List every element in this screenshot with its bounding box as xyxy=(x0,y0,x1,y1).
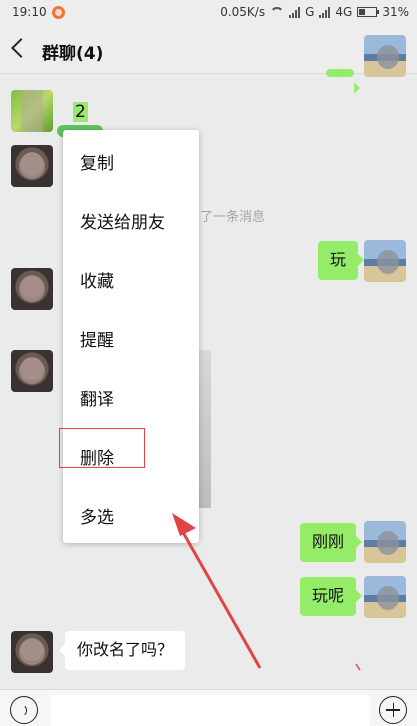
menu-item-favorite[interactable]: 收藏 xyxy=(80,267,114,292)
chat-header: 群聊(4) xyxy=(0,26,417,74)
network-speed: 0.05K/s xyxy=(220,5,266,19)
input-bar xyxy=(0,689,417,726)
message-text: 2 xyxy=(73,102,88,122)
carrier-label-2: 4G xyxy=(335,5,353,19)
avatar[interactable] xyxy=(11,90,53,132)
battery-level: 31% xyxy=(382,5,409,19)
avatar xyxy=(364,35,406,77)
signal-icon xyxy=(289,6,301,18)
voice-icon[interactable] xyxy=(10,696,38,724)
message-bubble-partial xyxy=(326,69,360,94)
wifi-icon xyxy=(270,7,285,17)
avatar[interactable] xyxy=(11,631,53,673)
notification-icon xyxy=(52,6,65,19)
system-message: 了一条消息 xyxy=(200,210,266,225)
highlight-box xyxy=(59,428,145,468)
message-bubble[interactable]: 刚刚 xyxy=(300,523,363,562)
status-right: 0.05K/s G 4G 31% xyxy=(220,5,409,19)
avatar[interactable] xyxy=(11,350,53,392)
avatar[interactable] xyxy=(11,268,53,310)
battery-icon xyxy=(357,7,380,17)
avatar[interactable] xyxy=(364,521,406,563)
menu-item-send-to-friend[interactable]: 发送给朋友 xyxy=(80,208,165,233)
avatar[interactable] xyxy=(11,145,53,187)
plus-icon[interactable] xyxy=(379,696,407,724)
signal-icon-2 xyxy=(319,6,331,18)
message-text: 玩 xyxy=(330,250,347,269)
message-text: 你改名了吗？ xyxy=(77,640,174,659)
chat-title: 群聊(4) xyxy=(42,44,104,64)
menu-item-multi-select[interactable]: 多选 xyxy=(80,503,114,528)
message-text: 玩呢 xyxy=(312,586,345,605)
menu-item-translate[interactable]: 翻译 xyxy=(80,385,114,410)
status-bar: 19:10 0.05K/s G 4G 31% xyxy=(0,0,417,26)
menu-item-copy[interactable]: 复制 xyxy=(80,149,114,174)
message-bubble[interactable]: 你改名了吗？ xyxy=(58,631,186,670)
image-message[interactable] xyxy=(199,350,211,508)
back-icon[interactable] xyxy=(11,38,31,58)
status-time: 19:10 xyxy=(12,5,47,19)
context-menu: 复制 发送给朋友 收藏 提醒 翻译 删除 多选 xyxy=(63,130,199,543)
message-bubble[interactable]: 玩 xyxy=(318,241,365,280)
message-input[interactable] xyxy=(50,695,370,726)
menu-item-remind[interactable]: 提醒 xyxy=(80,326,114,351)
carrier-label-1: G xyxy=(305,5,315,19)
message-text: 刚刚 xyxy=(312,532,345,551)
message-bubble[interactable]: 玩呢 xyxy=(300,577,363,616)
avatar[interactable] xyxy=(364,240,406,282)
avatar[interactable] xyxy=(364,576,406,618)
